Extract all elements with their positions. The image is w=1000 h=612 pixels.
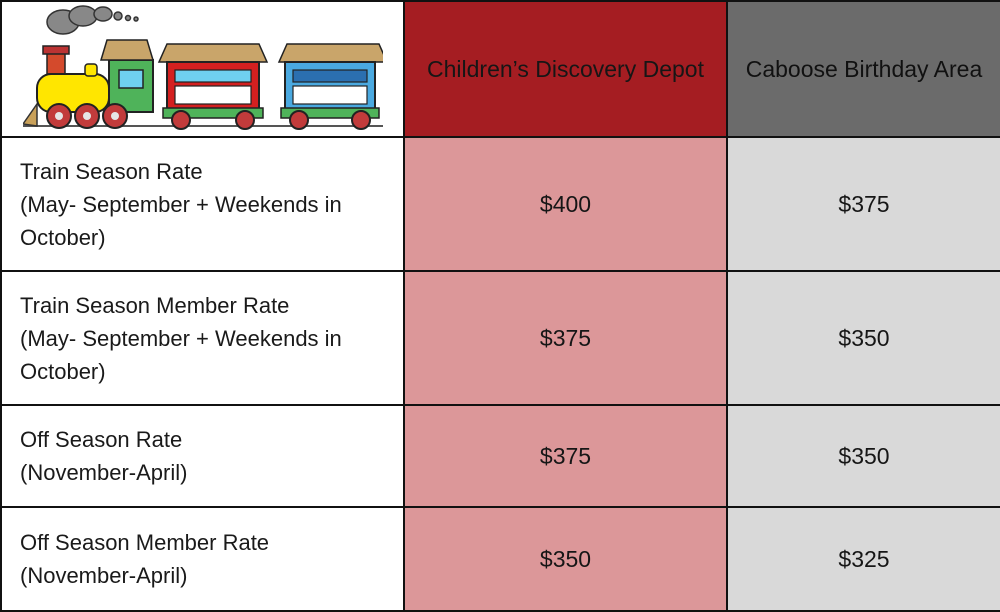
- header-childrens-discovery-depot: Children’s Discovery Depot: [403, 0, 728, 138]
- price-discovery-depot: $375: [403, 270, 728, 406]
- rate-label-subtitle: (November-April): [20, 563, 188, 588]
- price-caboose: $350: [726, 404, 1000, 508]
- table-row: Train Season Member Rate (May- September…: [0, 270, 1000, 406]
- rate-label: Off Season Rate (November-April): [0, 404, 405, 508]
- price-caboose: $375: [726, 136, 1000, 272]
- rate-label-title: Train Season Rate: [20, 158, 203, 184]
- rate-label-subtitle: (May- September + Weekends in October): [20, 325, 342, 384]
- price-discovery-depot: $375: [403, 404, 728, 508]
- price-discovery-depot: $400: [403, 136, 728, 272]
- toy-train-icon: [22, 5, 383, 130]
- rate-label: Train Season Rate (May- September + Week…: [0, 136, 405, 272]
- logo-cell: [0, 0, 405, 138]
- table-row: Off Season Member Rate (November-April) …: [0, 506, 1000, 612]
- rate-label-title: Train Season Member Rate: [20, 292, 290, 318]
- rate-label-subtitle: (May- September + Weekends in October): [20, 191, 342, 250]
- header-row: Children’s Discovery Depot Caboose Birth…: [0, 0, 1000, 138]
- price-discovery-depot: $350: [403, 506, 728, 612]
- rate-label-title: Off Season Rate: [20, 427, 183, 452]
- price-caboose: $325: [726, 506, 1000, 612]
- table-row: Off Season Rate (November-April) $375 $3…: [0, 404, 1000, 508]
- table-row: Train Season Rate (May- September + Week…: [0, 136, 1000, 272]
- rates-table: Children’s Discovery Depot Caboose Birth…: [0, 0, 1000, 612]
- header-caboose-birthday-area: Caboose Birthday Area: [726, 0, 1000, 138]
- rate-label: Off Season Member Rate (November-April): [0, 506, 405, 612]
- rate-label-title: Off Season Member Rate: [20, 530, 270, 555]
- rate-label: Train Season Member Rate (May- September…: [0, 270, 405, 406]
- price-caboose: $350: [726, 270, 1000, 406]
- rate-label-subtitle: (November-April): [20, 460, 188, 485]
